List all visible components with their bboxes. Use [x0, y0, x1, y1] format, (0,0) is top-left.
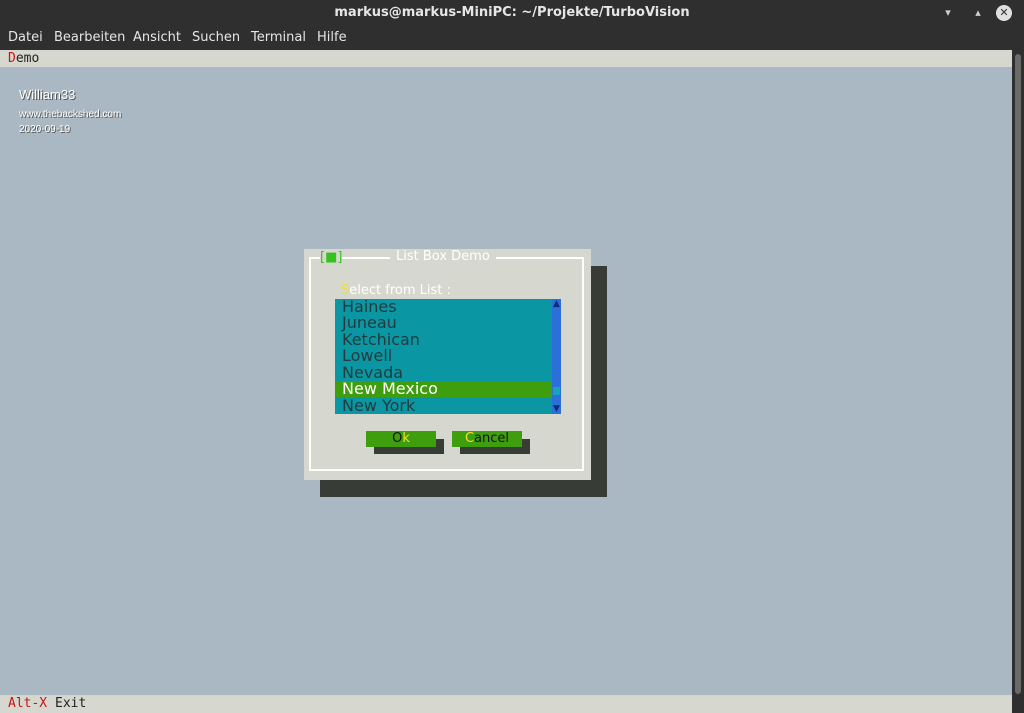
close-icon[interactable]: ✕: [996, 5, 1012, 21]
info-name: William33: [19, 87, 76, 102]
tv-menu-demo-label: emo: [15, 51, 40, 66]
window-titlebar: markus@markus-MiniPC: ~/Projekte/TurboVi…: [0, 0, 1024, 26]
menu-bearbeiten[interactable]: Bearbeiten: [54, 30, 125, 45]
list-item[interactable]: Lowell: [335, 348, 552, 364]
dialog-close-icon[interactable]: [■]: [320, 250, 343, 265]
menu-terminal[interactable]: Terminal: [251, 30, 306, 45]
tv-menu-demo-hotkey: D: [8, 51, 16, 66]
tv-menu-demo[interactable]: Demo: [8, 51, 39, 66]
list-item-selected[interactable]: New Mexico: [335, 381, 552, 397]
window-title: markus@markus-MiniPC: ~/Projekte/TurboVi…: [334, 5, 690, 20]
dialog-title: List Box Demo: [390, 249, 496, 264]
tv-statusbar: Alt-X Exit: [0, 695, 1012, 713]
menu-datei[interactable]: Datei: [8, 30, 43, 45]
city-listbox[interactable]: Haines Juneau Ketchican Lowell Nevada Ne…: [335, 299, 561, 414]
menu-suchen[interactable]: Suchen: [192, 30, 240, 45]
info-site: www.thebackshed.com: [19, 109, 122, 120]
maximize-icon[interactable]: ▴: [970, 5, 986, 21]
tv-menubar: Demo: [0, 50, 1012, 67]
list-item[interactable]: Juneau: [335, 315, 552, 331]
listbox-scroll-thumb[interactable]: [553, 387, 560, 395]
menu-ansicht[interactable]: Ansicht: [133, 30, 181, 45]
list-box-dialog: [■] List Box Demo Select from List : Hai…: [304, 249, 591, 480]
minimize-icon[interactable]: ▾: [940, 5, 956, 21]
scroll-down-icon[interactable]: ▼: [552, 404, 561, 414]
cancel-button[interactable]: Cancel: [452, 431, 522, 447]
scroll-up-icon[interactable]: ▲: [552, 299, 561, 309]
listbox-scrollbar[interactable]: ▲ ▼: [552, 299, 561, 414]
list-label: Select from List :: [341, 283, 451, 298]
terminal-scroll-thumb[interactable]: [1015, 54, 1021, 694]
terminal-menubar: Datei Bearbeiten Ansicht Suchen Terminal…: [0, 26, 1024, 50]
info-date: 2020-09-19: [19, 124, 71, 135]
ok-button[interactable]: Ok: [366, 431, 436, 447]
status-key[interactable]: Alt-X: [8, 696, 47, 711]
status-label[interactable]: Exit: [55, 696, 86, 711]
menu-hilfe[interactable]: Hilfe: [317, 30, 347, 45]
list-item[interactable]: New York: [335, 398, 552, 414]
